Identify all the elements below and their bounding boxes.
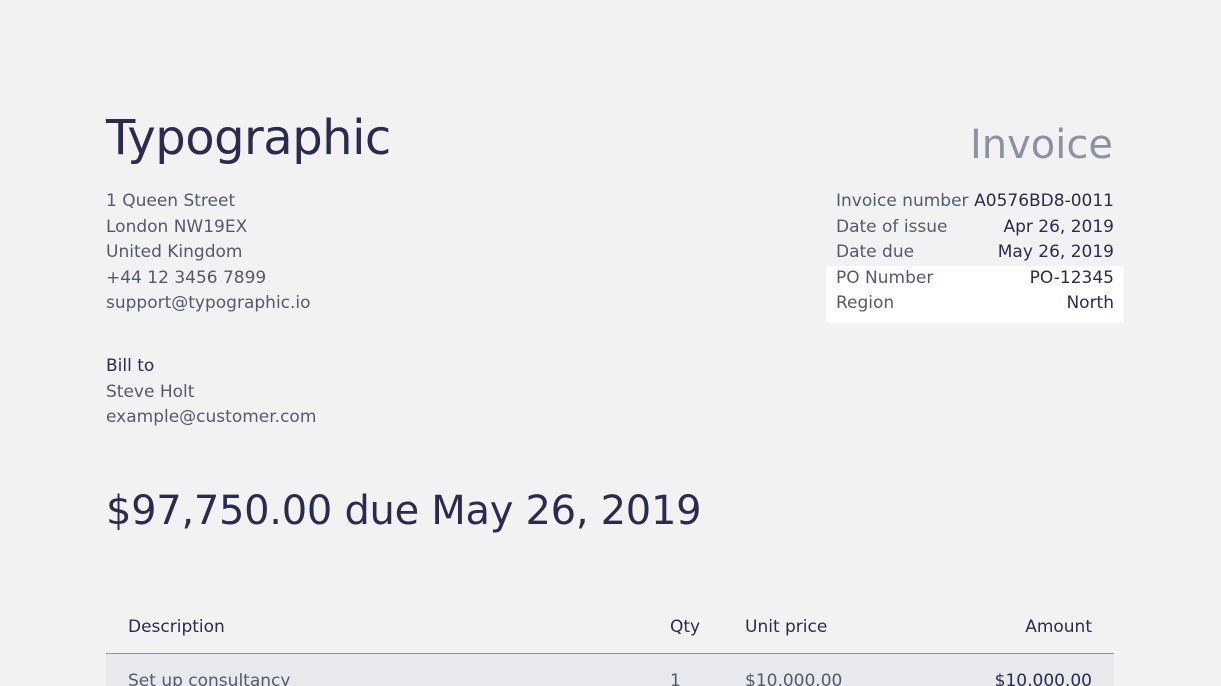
line-items-table: Description Qty Unit price Amount Set up… (106, 600, 1114, 686)
meta-date-of-issue: Date of issue Apr 26, 2019 (826, 215, 1124, 241)
customer-name: Steve Holt (106, 381, 195, 402)
invoice-meta: Invoice number A0576BD8-0011 Date of iss… (826, 189, 1124, 323)
invoice-page: Typographic Invoice 1 Queen Street Londo… (0, 0, 1221, 686)
meta-invoice-number: Invoice number A0576BD8-0011 (826, 189, 1124, 215)
meta-label: Date due (836, 242, 915, 262)
bill-to-block: Bill to Steve Holt example@customer.com (106, 354, 316, 431)
header-unit-price: Unit price (745, 616, 828, 637)
meta-region: Region North (826, 291, 1124, 317)
customer-email: example@customer.com (106, 407, 317, 427)
sender-address-line1: 1 Queen Street (106, 191, 236, 211)
sender-address-block: 1 Queen Street London NW19EX United King… (106, 189, 311, 317)
table-header: Description Qty Unit price Amount (106, 600, 1114, 654)
meta-value: Apr 26, 2019 (1003, 216, 1114, 237)
meta-value: May 26, 2019 (997, 242, 1114, 262)
meta-value: A0576BD8-0011 (974, 191, 1114, 211)
bill-to-heading: Bill to (106, 356, 155, 376)
cell-qty: 1 (670, 671, 681, 686)
sender-address-line2: London NW19EX (106, 216, 248, 237)
meta-po-number: PO Number PO-12345 (826, 266, 1124, 292)
meta-label: Invoice number (836, 191, 969, 211)
cell-description: Set up consultancy (128, 671, 291, 686)
sender-phone: +44 12 3456 7899 (106, 267, 267, 288)
meta-label: Date of issue (836, 216, 948, 237)
meta-label: Region (836, 293, 895, 313)
meta-custom-fields: PO Number PO-12345 Region North (826, 265, 1124, 323)
amount-due-title: $97,750.00 due May 26, 2019 (106, 488, 702, 534)
header-description: Description (128, 616, 225, 637)
table-row: Set up consultancy 1 $10,000.00 $10,000.… (106, 654, 1114, 686)
document-type-title: Invoice (969, 122, 1113, 168)
meta-label: PO Number (836, 267, 934, 288)
sender-country: United Kingdom (106, 242, 243, 262)
header-amount: Amount (1025, 616, 1092, 637)
sender-email: support@typographic.io (106, 293, 311, 313)
cell-amount: $10,000.00 (994, 671, 1092, 686)
header-qty: Qty (670, 616, 701, 637)
meta-value: PO-12345 (1029, 267, 1114, 288)
company-name: Typographic (106, 110, 391, 166)
meta-date-due: Date due May 26, 2019 (826, 240, 1124, 266)
meta-value: North (1066, 293, 1114, 313)
cell-unit-price: $10,000.00 (745, 671, 843, 686)
